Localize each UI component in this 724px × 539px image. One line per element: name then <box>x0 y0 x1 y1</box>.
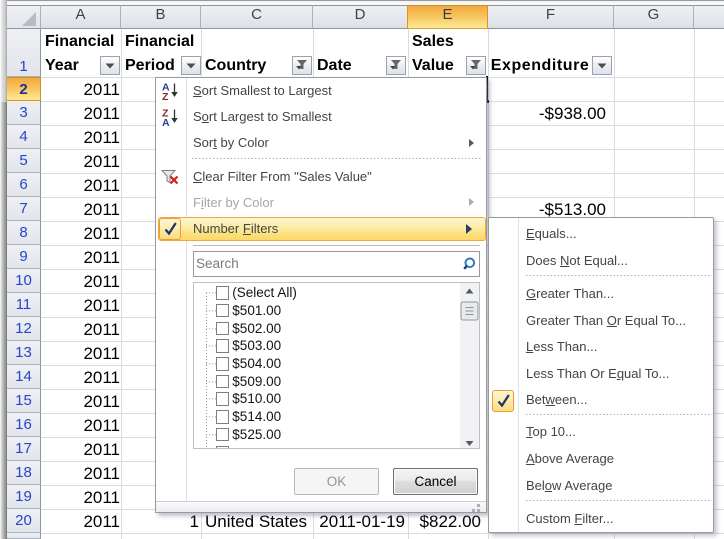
svg-text:Z: Z <box>162 91 169 101</box>
svg-text:A: A <box>162 117 170 127</box>
